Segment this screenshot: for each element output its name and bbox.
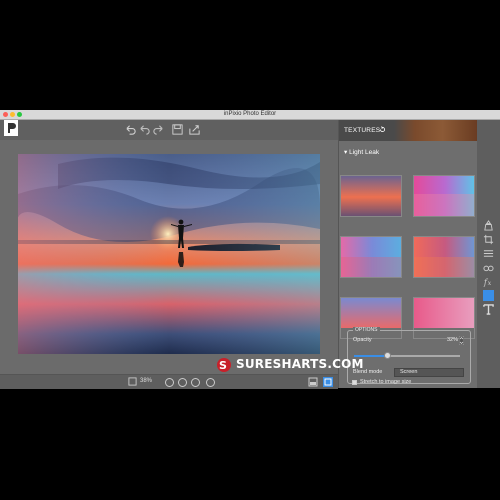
opacity-slider[interactable]	[354, 352, 460, 359]
stretch-checkbox[interactable]	[352, 380, 357, 385]
texture-thumbnail[interactable]	[340, 236, 402, 278]
texture-thumbnail[interactable]	[340, 175, 402, 217]
title-bar: inPixio Photo Editor	[0, 110, 500, 120]
toolbar	[0, 120, 338, 140]
stretch-label: Stretch to image size	[360, 379, 412, 385]
zoom-out-icon[interactable]	[165, 378, 174, 387]
category-label: Light Leak	[349, 149, 380, 156]
watermark-text: SURESHARTS.COM	[236, 357, 364, 371]
canvas-area[interactable]	[0, 140, 338, 374]
opacity-label: Opacity	[353, 337, 372, 343]
cutout-icon[interactable]	[483, 220, 494, 231]
split-view-icon[interactable]	[323, 377, 333, 387]
category-light-leak[interactable]: ▾ Light Leak	[344, 148, 379, 156]
reset-icon[interactable]	[379, 126, 386, 133]
glasses-icon[interactable]	[483, 262, 494, 273]
share-icon[interactable]	[188, 123, 201, 136]
texture-icon[interactable]	[483, 290, 494, 301]
svg-text:S: S	[219, 359, 227, 372]
text-icon[interactable]	[483, 304, 494, 315]
panel-title: TEXTURES	[344, 127, 381, 134]
fit-screen-icon[interactable]	[128, 377, 137, 386]
crop-icon[interactable]	[483, 234, 494, 245]
opacity-slider-handle[interactable]	[384, 352, 392, 359]
chevron-down-icon: ▾	[344, 149, 348, 156]
app-logo	[4, 120, 18, 136]
options-group: OPTIONS Opacity 32% Blend mode Screen St…	[347, 327, 471, 385]
texture-thumbnail[interactable]	[413, 236, 475, 278]
undo-step-icon[interactable]	[138, 123, 151, 136]
save-icon[interactable]	[171, 123, 184, 136]
zoom-actual-icon[interactable]	[206, 378, 215, 387]
zoom-in-icon[interactable]	[178, 378, 187, 387]
blend-mode-select[interactable]: Screen	[394, 368, 464, 377]
adjust-icon[interactable]	[483, 248, 494, 259]
opacity-value: 32%	[447, 337, 459, 343]
textures-panel: TEXTURES ▾ Light Leak OPTIONS Opacity 32…	[338, 120, 477, 388]
app-window: inPixio Photo Editor 38% TEXTURES ▾ Ligh…	[0, 110, 500, 389]
undo-icon[interactable]	[124, 123, 137, 136]
photo-canvas[interactable]	[18, 154, 320, 354]
fx-icon[interactable]: f x	[483, 276, 494, 287]
opacity-stepper-icon[interactable]	[459, 336, 464, 345]
compare-icon[interactable]	[308, 377, 318, 387]
blend-mode-value: Screen	[400, 369, 418, 375]
window-title: inPixio Photo Editor	[223, 111, 277, 117]
panel-header: TEXTURES	[339, 120, 477, 141]
svg-text:x: x	[488, 279, 492, 287]
status-bar: 38%	[0, 374, 338, 389]
texture-thumbnail[interactable]	[413, 175, 475, 217]
redo-icon[interactable]	[152, 123, 165, 136]
zoom-fit-icon[interactable]	[191, 378, 200, 387]
zoom-level: 38%	[140, 378, 153, 384]
options-legend: OPTIONS	[353, 327, 380, 333]
tools-sidebar: f x	[477, 120, 500, 388]
watermark-logo: S	[217, 358, 231, 372]
